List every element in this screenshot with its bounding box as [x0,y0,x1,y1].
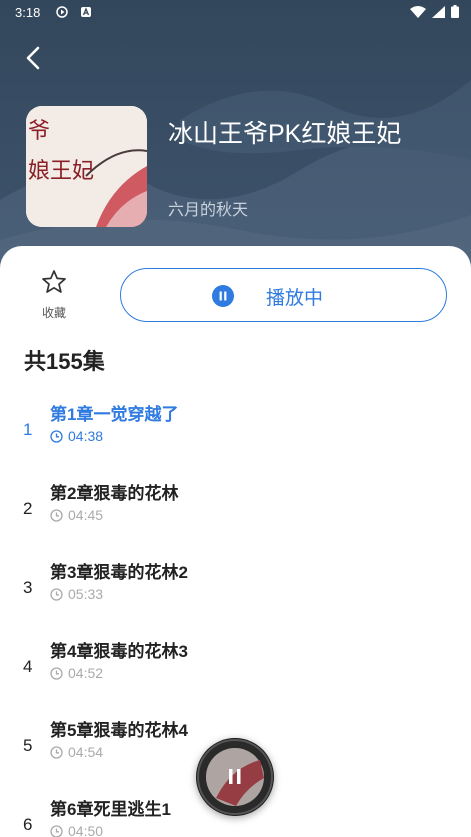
book-header: 3:18 爷 娘王妃 冰山王爷PK红娘王妃 六月的秋天 [0,0,471,270]
now-playing-button[interactable]: 播放中 [120,268,447,322]
episode-count: 共155集 [24,349,105,374]
battery-icon [451,5,459,18]
favorite-button[interactable]: 收藏 [30,268,78,321]
episode-number: 3 [23,578,33,597]
favorite-label: 收藏 [41,306,66,320]
episode-number: 6 [23,815,33,834]
media-play-status-icon [56,6,68,18]
status-bar: 3:18 [0,0,471,26]
episode-row[interactable]: 3 第3章狠毒的花林2 05:33 [0,558,471,637]
clock-icon [50,666,63,680]
episode-duration: 05:33 [50,586,103,602]
status-indicators [410,5,459,18]
episode-number: 1 [23,420,33,439]
duration-text: 04:52 [68,665,104,681]
episode-title: 第3章狠毒的花林2 [50,563,188,582]
episode-duration: 04:54 [50,744,103,760]
book-title: 冰山王爷PK红娘王妃 [168,120,402,148]
episode-title: 第1章一觉穿越了 [50,405,179,424]
cover-calligraphy: 爷 [28,119,50,144]
duration-text: 04:38 [68,428,104,444]
mini-player-button[interactable] [196,738,274,816]
episode-title: 第5章狠毒的花林4 [50,721,188,740]
cellular-signal-icon [432,5,445,18]
book-cover-image: 爷 娘王妃 [26,106,147,227]
clock-icon [50,587,63,601]
wifi-icon [410,5,426,18]
episode-title: 第2章狠毒的花林 [50,484,179,503]
clock-icon [50,429,63,443]
star-icon [42,270,66,293]
episode-duration: 04:50 [50,823,103,837]
duration-text: 04:54 [68,744,104,760]
episode-row[interactable]: 2 第2章狠毒的花林 04:45 [0,479,471,558]
clock-icon [50,508,63,522]
duration-text: 05:33 [68,586,104,602]
mini-player-disc [197,739,273,815]
episode-duration: 04:52 [50,665,103,681]
notification-a-icon [81,7,91,17]
episode-row[interactable]: 4 第4章狠毒的花林3 04:52 [0,637,471,716]
episode-number: 4 [23,657,33,676]
clock-icon [50,824,63,837]
book-author: 六月的秋天 [168,202,249,219]
back-arrow-icon[interactable] [20,44,48,72]
svg-text:娘王妃: 娘王妃 [28,159,94,184]
episode-title: 第6章死里逃生1 [50,800,171,819]
episode-number: 5 [23,736,33,755]
now-playing-label: 播放中 [266,288,324,309]
duration-text: 04:50 [68,823,104,837]
clock-icon [50,745,63,759]
episode-row[interactable]: 1 第1章一觉穿越了 04:38 [0,400,471,479]
status-time: 3:18 [15,5,41,20]
episode-duration: 04:45 [50,507,103,523]
episode-number: 2 [23,499,33,518]
duration-text: 04:45 [68,507,104,523]
episode-title: 第4章狠毒的花林3 [50,642,188,661]
pause-circle-icon [212,285,234,307]
episode-duration: 04:38 [50,428,103,444]
